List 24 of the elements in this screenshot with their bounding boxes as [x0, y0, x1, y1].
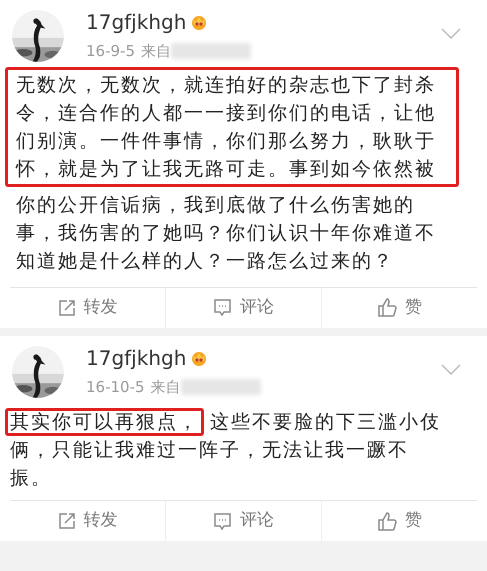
- action-button[interactable]: 评论: [165, 288, 321, 328]
- username[interactable]: 17gfjkhgh: [86, 346, 186, 370]
- post-date: 16-9-5: [86, 41, 135, 62]
- source-label: 来自: [141, 41, 171, 62]
- post-date: 16-10-5: [86, 376, 145, 398]
- action-button[interactable]: 转发: [10, 501, 165, 541]
- chevron-down-icon[interactable]: [441, 28, 461, 40]
- thumbs-up-icon: [377, 512, 397, 530]
- chevron-down-icon[interactable]: [441, 364, 461, 376]
- thumbs-up-icon: [377, 298, 397, 317]
- action-button[interactable]: 赞: [321, 501, 477, 541]
- source-label: 来自: [150, 376, 181, 398]
- post-text: 无数次，无数次，就连拍好的杂志也下了封杀令，连合作的人都一一接到你们的电话，让他们别演。一件件事情，你们那么努力，耿耿于怀，就是为了让我无路可走。事到如今依然被: [5, 66, 459, 186]
- crown-badge-icon: [190, 13, 208, 31]
- username[interactable]: 17gfjkhgh: [86, 10, 186, 34]
- comment-icon: [213, 512, 232, 530]
- post-text: 你的公开信诟病，我到底做了什么伤害她的事，我伤害的了她吗？你们认识十年你难道不知道她是什么样的人？一路怎么过来的？: [15, 192, 437, 274]
- action-button[interactable]: 赞: [321, 288, 477, 328]
- share-icon: [58, 298, 76, 316]
- share-icon: [58, 512, 76, 530]
- comment-icon: [213, 298, 232, 317]
- action-button[interactable]: 评论: [165, 501, 321, 541]
- post-text: 其实你可以再狠点， 这些不要脸的下三滥小伎俩，只能让我难过一阵子，无法让我一蹶不振。: [0, 398, 460, 492]
- action-button[interactable]: 转发: [10, 288, 165, 328]
